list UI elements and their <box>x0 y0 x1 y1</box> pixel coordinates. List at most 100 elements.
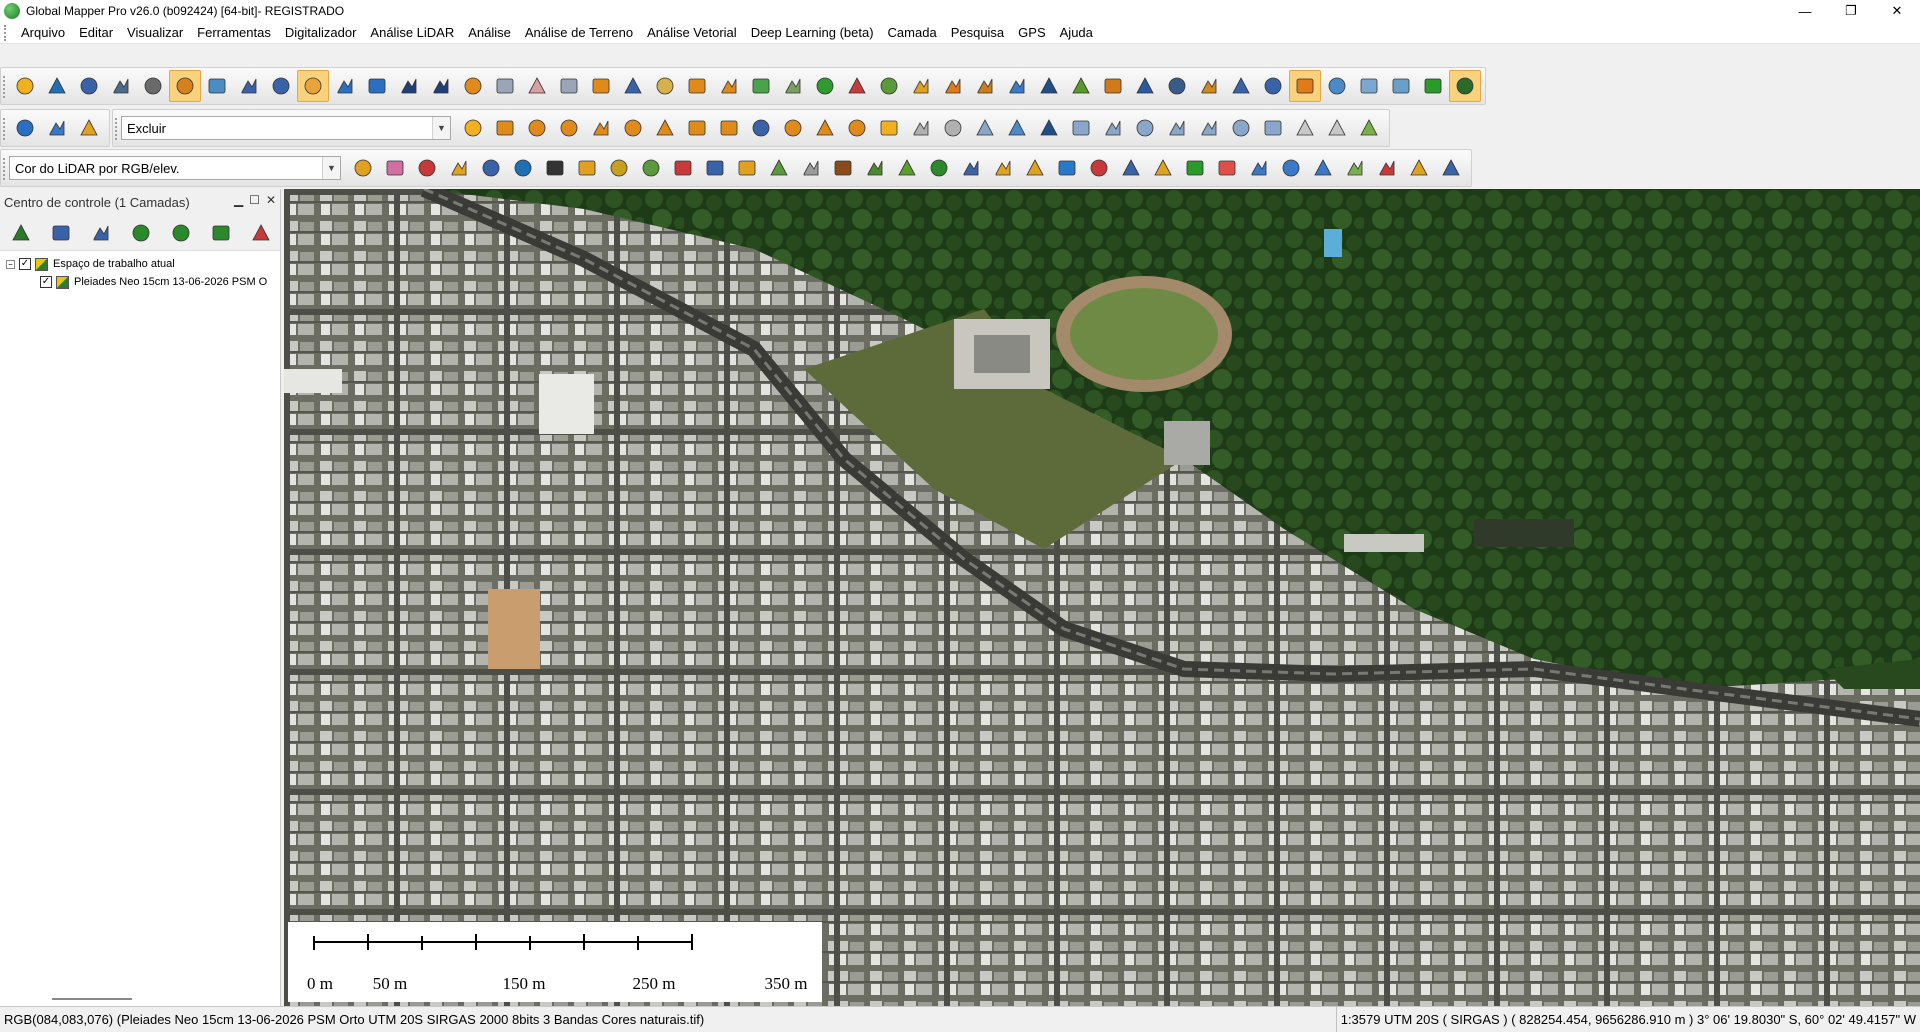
raster-calc-button[interactable] <box>1001 70 1033 102</box>
remove-layer-button[interactable] <box>244 217 278 249</box>
rotate-feature-button[interactable] <box>1001 112 1033 144</box>
minimize-button[interactable]: — <box>1782 0 1828 22</box>
menu-item-an-lise-de-terreno[interactable]: Análise de Terreno <box>518 22 640 44</box>
attribute-table-button[interactable] <box>84 217 118 249</box>
open-layer-button[interactable] <box>4 217 38 249</box>
menu-item-an-lise[interactable]: Análise <box>461 22 518 44</box>
lidar-select-button[interactable] <box>443 152 475 184</box>
ruler-green-button[interactable] <box>1353 112 1385 144</box>
lidar-color-combo[interactable]: Cor do LiDAR por RGB/elev. ▼ <box>9 156 341 180</box>
menu-item-an-lise-lidar[interactable]: Análise LiDAR <box>363 22 461 44</box>
menu-item-gps[interactable]: GPS <box>1011 22 1052 44</box>
lidar-points-button[interactable] <box>379 152 411 184</box>
panel-pin-icon[interactable]: ▁ <box>234 193 243 207</box>
bridge-class-button[interactable] <box>1147 152 1179 184</box>
menu-item-visualizar[interactable]: Visualizar <box>120 22 190 44</box>
digitize-curve-button[interactable] <box>553 112 585 144</box>
range-ring-button[interactable] <box>713 112 745 144</box>
wrench-button[interactable] <box>137 70 169 102</box>
mountain-flag-button[interactable] <box>1353 70 1385 102</box>
triangle-button[interactable] <box>539 152 571 184</box>
vertex-delete-button[interactable] <box>1257 112 1289 144</box>
join-lines-button[interactable] <box>649 112 681 144</box>
script-button[interactable] <box>1193 70 1225 102</box>
add-point-button[interactable] <box>1307 152 1339 184</box>
zoom-layer-button[interactable] <box>164 217 198 249</box>
open-folder-button[interactable] <box>9 70 41 102</box>
terrain-green-button[interactable] <box>809 70 841 102</box>
control-center-button[interactable] <box>169 70 201 102</box>
digitize-path-button[interactable] <box>521 112 553 144</box>
segment-button[interactable] <box>603 152 635 184</box>
terrain-points-button[interactable] <box>635 152 667 184</box>
panel-float-icon[interactable]: ☐ <box>249 193 260 207</box>
lidar-filter-button[interactable] <box>347 152 379 184</box>
house-pin-button[interactable] <box>1129 70 1161 102</box>
horizontal-scrollbar[interactable] <box>52 998 132 1000</box>
tower-class-button[interactable] <box>1019 152 1051 184</box>
maximize-button[interactable]: ❐ <box>1828 0 1874 22</box>
play-button[interactable] <box>1179 152 1211 184</box>
menu-item-editar[interactable]: Editar <box>72 22 120 44</box>
favorite-star-button[interactable] <box>457 112 489 144</box>
panel-close-icon[interactable]: ✕ <box>266 193 276 207</box>
vertex-path-button[interactable] <box>1033 112 1065 144</box>
move-feature-button[interactable] <box>969 112 1001 144</box>
vertex-insert-button[interactable] <box>1289 112 1321 144</box>
delete-x-button[interactable] <box>521 70 553 102</box>
workspace-node[interactable]: − ✓ Espaço de trabalho atual <box>6 255 280 273</box>
offset-line-button[interactable] <box>809 112 841 144</box>
menu-item-arquivo[interactable]: Arquivo <box>14 22 72 44</box>
layer-node[interactable]: ✓ Pleiades Neo 15cm 13-06-2026 PSM O <box>6 273 280 291</box>
workspace-checkbox[interactable]: ✓ <box>19 258 31 270</box>
pencil-button[interactable] <box>457 70 489 102</box>
settings-gear-button[interactable] <box>41 112 73 144</box>
low-veg-button[interactable] <box>859 152 891 184</box>
map-view[interactable]: 0 m 50 m 150 m 250 m 350 m <box>284 189 1920 1006</box>
scale-feature-button[interactable] <box>1097 112 1129 144</box>
menu-item-digitalizador[interactable]: Digitalizador <box>278 22 364 44</box>
package-button[interactable] <box>1403 152 1435 184</box>
noise-button[interactable] <box>699 152 731 184</box>
dashboard-button[interactable] <box>1435 152 1467 184</box>
menu-item-deep-learning-beta-[interactable]: Deep Learning (beta) <box>744 22 881 44</box>
chevron-down-icon[interactable]: ▼ <box>432 117 450 139</box>
lidar-grid-button[interactable] <box>475 152 507 184</box>
area-select-button[interactable] <box>553 70 585 102</box>
menu-item-ajuda[interactable]: Ajuda <box>1053 22 1100 44</box>
ground-class-button[interactable] <box>827 152 859 184</box>
globe-data-button[interactable] <box>41 70 73 102</box>
menu-item-pesquisa[interactable]: Pesquisa <box>944 22 1011 44</box>
measure-button[interactable] <box>585 70 617 102</box>
line-disabled-button[interactable] <box>905 112 937 144</box>
building-extract-button[interactable] <box>731 152 763 184</box>
forward-path-button[interactable] <box>1275 152 1307 184</box>
watershed-button[interactable] <box>873 70 905 102</box>
zoom-in-button[interactable] <box>329 70 361 102</box>
peaks-green-button[interactable] <box>1417 70 1449 102</box>
buffer-line-button[interactable] <box>777 112 809 144</box>
edit-vertex-button[interactable] <box>585 112 617 144</box>
path-profile-button[interactable] <box>649 70 681 102</box>
close-button[interactable]: ✕ <box>1874 0 1920 22</box>
menu-item-ferramentas[interactable]: Ferramentas <box>190 22 278 44</box>
classify-button[interactable] <box>571 152 603 184</box>
snap-line-button[interactable] <box>1129 112 1161 144</box>
print-button[interactable] <box>105 70 137 102</box>
3d-view-button[interactable] <box>1257 70 1289 102</box>
lidar-edit-button[interactable] <box>507 152 539 184</box>
layer-checkbox[interactable]: ✓ <box>40 276 52 288</box>
mountains-blue-button[interactable] <box>1321 70 1353 102</box>
menu-item-camada[interactable]: Camada <box>881 22 944 44</box>
tower-button[interactable] <box>905 70 937 102</box>
powerline-button[interactable] <box>987 152 1019 184</box>
remove-point-button[interactable] <box>1339 152 1371 184</box>
lidar-paint-button[interactable] <box>795 152 827 184</box>
menu-item-an-lise-vetorial[interactable]: Análise Vetorial <box>640 22 744 44</box>
grid-create-button[interactable] <box>745 112 777 144</box>
zoom-box-button[interactable] <box>265 70 297 102</box>
surface-layers-button[interactable] <box>667 152 699 184</box>
chevron-down-icon[interactable]: ▼ <box>322 157 340 179</box>
add-layer-button[interactable] <box>124 217 158 249</box>
split-view-button[interactable] <box>1225 70 1257 102</box>
